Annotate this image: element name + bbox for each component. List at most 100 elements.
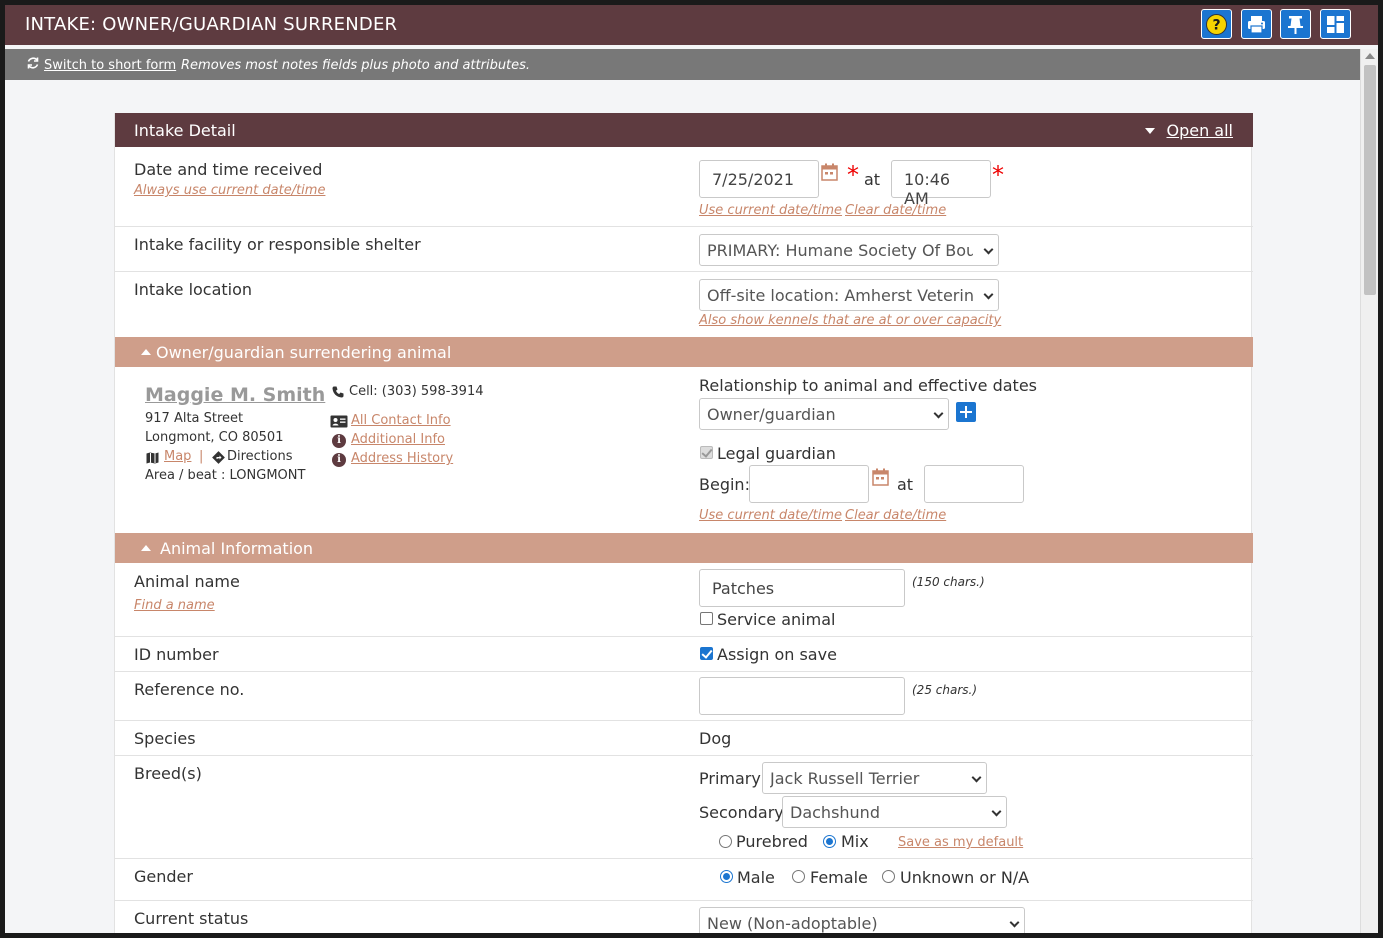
row-divider: [115, 636, 1253, 637]
service-animal-checkbox[interactable]: [700, 612, 713, 625]
app-window: INTAKE: OWNER/GUARDIAN SURRENDER ? Switc…: [5, 5, 1378, 933]
owner-street: 917 Alta Street: [145, 411, 244, 426]
help-icon: ?: [1206, 14, 1227, 35]
save-default-link[interactable]: Save as my default: [898, 835, 1023, 850]
gender-male-radio[interactable]: [720, 870, 733, 883]
additional-info-link[interactable]: Additional Info: [351, 432, 445, 447]
relationship-select[interactable]: Owner/guardian: [699, 398, 949, 430]
gender-label: Gender: [134, 867, 193, 886]
print-button[interactable]: [1241, 9, 1272, 39]
time-received-input[interactable]: 10:46 AM: [891, 160, 991, 208]
animal-name-label: Animal name: [134, 572, 240, 591]
link-separator: |: [199, 449, 204, 464]
use-current-datetime-link[interactable]: Use current date/time: [699, 203, 842, 218]
chevron-down-icon: [983, 289, 994, 300]
secondary-breed-label: Secondary: [699, 803, 784, 822]
assign-on-save-label: Assign on save: [717, 645, 837, 664]
row-divider: [115, 271, 1253, 272]
svg-text:?: ?: [1212, 18, 1220, 34]
animal-name-input[interactable]: Patches: [699, 569, 905, 607]
location-select[interactable]: Off-site location: Amherst Veterinary Ho…: [699, 279, 999, 311]
all-contact-info-link[interactable]: All Contact Info: [351, 413, 451, 428]
intake-detail-title: Intake Detail: [134, 121, 236, 140]
layout-button[interactable]: [1320, 9, 1351, 39]
facility-select[interactable]: PRIMARY: Humane Society Of Boulder Valle…: [699, 234, 999, 266]
owner-section-title: Owner/guardian surrendering animal: [156, 343, 452, 362]
owner-city: Longmont, CO 80501: [145, 430, 284, 445]
breed-label: Breed(s): [134, 764, 202, 783]
caret-up-icon: [141, 349, 151, 355]
form-mode-bar: Switch to short form Removes most notes …: [5, 49, 1378, 80]
required-mark: *: [992, 161, 1004, 189]
primary-breed-label: Primary: [699, 769, 761, 788]
row-divider: [115, 900, 1253, 901]
assign-on-save-checkbox[interactable]: [700, 647, 713, 660]
open-all-link[interactable]: Open all: [1166, 121, 1233, 140]
animal-section-title: Animal Information: [160, 539, 314, 558]
chevron-down-icon: [1009, 917, 1020, 928]
legal-guardian-checkbox[interactable]: [700, 446, 713, 459]
current-status-label: Current status: [134, 909, 249, 928]
clear-datetime-link[interactable]: Clear date/time: [845, 203, 946, 218]
gender-female-label: Female: [810, 868, 868, 887]
pin-button[interactable]: [1280, 9, 1311, 39]
date-received-label: Date and time received: [134, 160, 323, 179]
row-divider: [115, 755, 1253, 756]
row-divider: [115, 720, 1253, 721]
reference-hint: (25 chars.): [912, 683, 978, 697]
reference-input[interactable]: [699, 677, 905, 715]
info-icon: i: [332, 434, 346, 448]
row-divider: [115, 671, 1253, 672]
directions-link[interactable]: Directions: [227, 449, 293, 464]
owner-section-header[interactable]: Owner/guardian surrendering animal: [115, 337, 1253, 367]
begin-label: Begin:: [699, 475, 750, 494]
begin-time-input[interactable]: [924, 465, 1024, 503]
legal-guardian-label: Legal guardian: [717, 444, 836, 463]
purebred-radio[interactable]: [719, 835, 732, 848]
use-current-datetime-link[interactable]: Use current date/time: [699, 508, 842, 523]
location-label: Intake location: [134, 280, 253, 299]
intake-detail-header: Intake Detail Open all: [115, 113, 1253, 147]
add-relationship-button[interactable]: [956, 402, 976, 422]
always-current-link[interactable]: Always use current date/time: [134, 183, 325, 198]
vertical-scrollbar[interactable]: [1360, 49, 1378, 933]
animal-name-hint: (150 chars.): [912, 575, 985, 589]
reference-label: Reference no.: [134, 680, 245, 699]
chevron-down-icon: [971, 772, 982, 783]
page-title: INTAKE: OWNER/GUARDIAN SURRENDER: [25, 14, 398, 35]
facility-label: Intake facility or responsible shelter: [134, 235, 421, 254]
date-at-label: at: [864, 170, 881, 189]
calendar-icon[interactable]: [821, 163, 838, 181]
gender-female-radio[interactable]: [792, 870, 805, 883]
find-name-link[interactable]: Find a name: [134, 598, 215, 613]
phone-icon: [332, 386, 344, 398]
mix-label: Mix: [841, 832, 869, 851]
gender-unknown-radio[interactable]: [882, 870, 895, 883]
species-value: Dog: [699, 729, 732, 748]
also-show-kennels-link[interactable]: Also show kennels that are at or over ca…: [699, 313, 1001, 328]
address-history-link[interactable]: Address History: [351, 451, 453, 466]
owner-name-link[interactable]: Maggie M. Smith: [145, 384, 325, 406]
chevron-down-icon: [991, 806, 1002, 817]
secondary-breed-select[interactable]: Dachshund: [782, 796, 1007, 828]
switch-short-form-link[interactable]: Switch to short form: [44, 58, 176, 73]
clear-datetime-link[interactable]: Clear date/time: [845, 508, 946, 523]
map-link[interactable]: Map: [164, 449, 191, 464]
begin-date-input[interactable]: [749, 465, 869, 503]
date-received-input[interactable]: 7/25/2021: [699, 160, 819, 198]
directions-icon: [212, 451, 225, 464]
layout-icon: [1327, 16, 1344, 33]
current-status-select[interactable]: New (Non-adoptable): [699, 907, 1025, 933]
primary-breed-select[interactable]: Jack Russell Terrier: [762, 762, 987, 794]
animal-section-header[interactable]: Animal Information: [115, 533, 1253, 563]
help-button[interactable]: ?: [1201, 9, 1232, 39]
print-icon: [1248, 16, 1265, 34]
species-label: Species: [134, 729, 196, 748]
caret-down-icon: [1145, 128, 1155, 134]
scrollbar-thumb[interactable]: [1364, 65, 1376, 295]
purebred-label: Purebred: [736, 832, 808, 851]
refresh-icon: [27, 57, 39, 69]
scroll-up-icon[interactable]: [1365, 53, 1375, 59]
mix-radio[interactable]: [823, 835, 836, 848]
calendar-icon[interactable]: [872, 468, 889, 486]
